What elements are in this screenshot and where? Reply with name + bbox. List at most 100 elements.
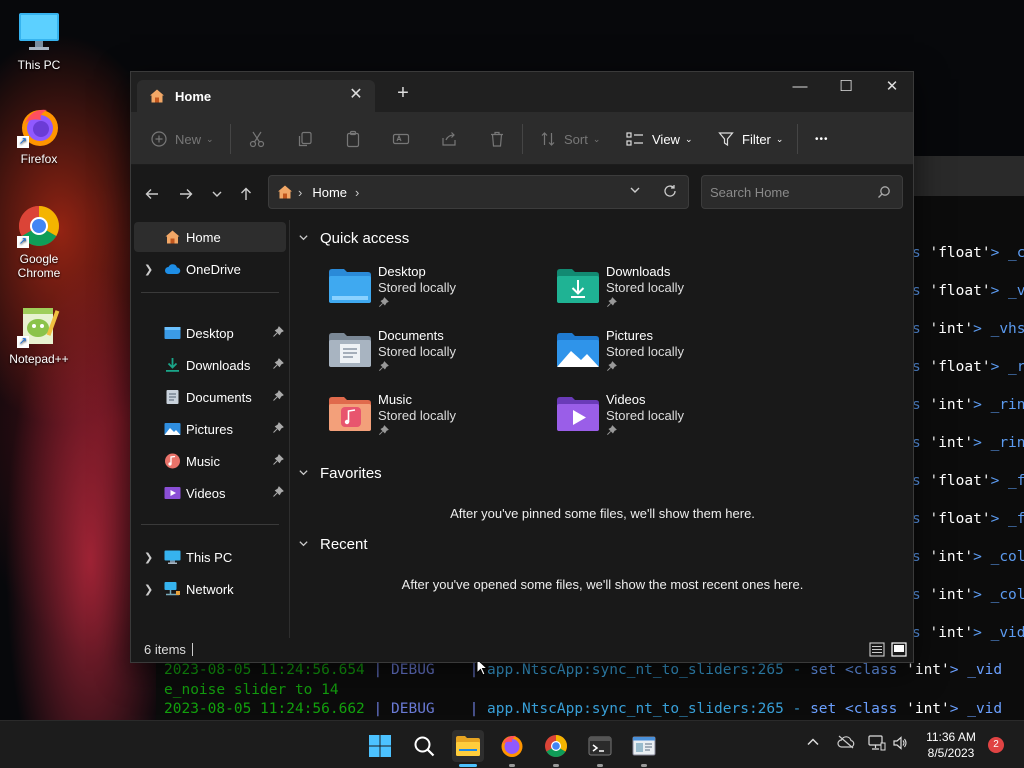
sidebar-item-label: Music [186, 453, 220, 469]
windows-logo-icon [369, 735, 391, 757]
quick-access-item-pictures[interactable]: Pictures Stored locally [556, 328, 766, 384]
taskbar-app-window[interactable] [628, 730, 660, 767]
chevron-right-icon[interactable]: ❯ [144, 551, 153, 564]
section-title: Recent [320, 536, 368, 553]
taskbar-file-explorer[interactable] [452, 730, 484, 767]
terminal-output-line: s 'int'> _col [912, 587, 1024, 603]
taskbar-terminal[interactable] [584, 730, 616, 767]
new-tab-button[interactable]: + [393, 83, 413, 104]
back-button[interactable] [140, 182, 164, 206]
title-bar[interactable]: Home ✕ + — ☐ ✕ [131, 72, 913, 112]
close-window-button[interactable]: ✕ [869, 72, 915, 104]
recent-locations-button[interactable] [205, 182, 229, 206]
arrow-left-icon [145, 189, 158, 199]
pin-icon[interactable] [272, 358, 284, 373]
file-explorer-window[interactable]: Home ✕ + — ☐ ✕ New ⌄ Sort ⌄ View ⌄ Filte… [130, 71, 914, 676]
quick-access-item-desktop[interactable]: Desktop Stored locally [328, 264, 538, 320]
forward-button[interactable] [174, 182, 198, 206]
taskbar-chrome[interactable] [540, 730, 572, 767]
up-button[interactable] [234, 182, 258, 206]
desktop-icon-firefox[interactable]: ↗ Firefox [1, 104, 77, 166]
pin-icon[interactable] [272, 326, 284, 341]
chevron-right-icon[interactable]: ❯ [144, 583, 153, 596]
desktop-icon-notepadpp[interactable]: ↗ Notepad++ [1, 304, 77, 366]
music-folder-icon [329, 397, 371, 431]
copy-button[interactable] [296, 126, 314, 152]
sidebar-item-this-pc[interactable]: ❯ This PC [134, 542, 286, 572]
minimize-button[interactable]: — [777, 72, 823, 104]
share-button[interactable] [440, 126, 458, 152]
downloads-folder-icon [557, 269, 599, 303]
tab-home[interactable]: Home ✕ [137, 80, 375, 112]
chevron-down-icon [630, 187, 640, 193]
status-bar: 6 items [131, 638, 913, 662]
quick-access-item-downloads[interactable]: Downloads Stored locally [556, 264, 766, 320]
breadcrumb-separator[interactable]: › [355, 185, 359, 200]
tab-close-button[interactable]: ✕ [347, 86, 365, 104]
item-count: 6 items [144, 642, 186, 657]
filter-button[interactable]: Filter ⌄ [718, 126, 783, 152]
quick-access-item-videos[interactable]: Videos Stored locally [556, 392, 766, 448]
search-box[interactable] [701, 175, 903, 209]
details-view-button[interactable] [869, 642, 885, 657]
paste-button[interactable] [344, 126, 362, 152]
system-clock[interactable]: 11:36 AM 8/5/2023 [916, 729, 986, 761]
quick-access-item-music[interactable]: Music Stored locally [328, 392, 538, 448]
pin-icon[interactable] [272, 454, 284, 469]
volume-icon[interactable] [892, 735, 908, 754]
shortcut-arrow-icon: ↗ [17, 336, 29, 348]
section-recent[interactable]: Recent [298, 536, 368, 553]
breadcrumb-home[interactable]: Home [312, 185, 347, 200]
delete-button[interactable] [488, 126, 506, 152]
desktop-folder-icon [329, 269, 371, 303]
taskbar-firefox[interactable] [496, 730, 528, 767]
sidebar-item-documents[interactable]: Documents [134, 382, 286, 412]
section-quick-access[interactable]: Quick access [298, 230, 409, 247]
sort-icon [541, 132, 555, 146]
filter-icon [718, 132, 734, 147]
running-indicator [597, 764, 603, 767]
desktop-icon-chrome[interactable]: ↗ Google Chrome [1, 204, 77, 280]
pin-icon[interactable] [272, 390, 284, 405]
show-hidden-icons-button[interactable] [806, 735, 820, 752]
shortcut-arrow-icon: ↗ [17, 236, 29, 248]
new-button[interactable]: New ⌄ [151, 126, 214, 152]
view-button[interactable]: View ⌄ [626, 126, 693, 152]
refresh-button[interactable] [663, 184, 677, 201]
breadcrumb-separator[interactable]: › [298, 185, 302, 200]
onedrive-offline-icon[interactable] [837, 735, 855, 752]
address-history-button[interactable] [629, 184, 641, 199]
view-list-icon [626, 132, 643, 146]
quick-access-item-documents[interactable]: Documents Stored locally [328, 328, 538, 384]
sidebar-item-home[interactable]: Home [134, 222, 286, 252]
chevron-right-icon[interactable]: ❯ [144, 263, 153, 276]
sidebar-item-desktop[interactable]: Desktop [134, 318, 286, 348]
maximize-button[interactable]: ☐ [823, 72, 869, 104]
address-bar[interactable]: › Home › [268, 175, 689, 209]
more-options-button[interactable]: ••• [815, 126, 829, 152]
search-input[interactable] [702, 176, 872, 208]
pin-icon[interactable] [272, 486, 284, 501]
home-icon [165, 230, 180, 244]
notification-badge[interactable]: 2 [988, 737, 1004, 753]
taskbar-search-button[interactable] [408, 730, 440, 762]
desktop-folder-icon [164, 327, 181, 339]
sidebar-item-videos[interactable]: Videos [134, 478, 286, 508]
sidebar-item-music[interactable]: Music [134, 446, 286, 476]
network-status-icon[interactable] [868, 735, 886, 754]
sidebar-item-network[interactable]: ❯ Network [134, 574, 286, 604]
desktop-icon-this-pc[interactable]: This PC [1, 10, 77, 72]
sidebar-item-pictures[interactable]: Pictures [134, 414, 286, 444]
rename-button[interactable] [392, 126, 410, 152]
sidebar-item-downloads[interactable]: Downloads [134, 350, 286, 380]
search-icon[interactable] [877, 185, 891, 202]
section-favorites[interactable]: Favorites [298, 465, 382, 482]
cut-button[interactable] [248, 126, 266, 152]
pin-icon [378, 425, 389, 439]
tiles-view-button[interactable] [891, 642, 907, 657]
start-button[interactable] [364, 730, 396, 762]
sort-button[interactable]: Sort ⌄ [540, 126, 600, 152]
pin-icon[interactable] [272, 422, 284, 437]
sidebar-item-onedrive[interactable]: ❯ OneDrive [134, 254, 286, 284]
sidebar-item-label: Pictures [186, 421, 233, 437]
